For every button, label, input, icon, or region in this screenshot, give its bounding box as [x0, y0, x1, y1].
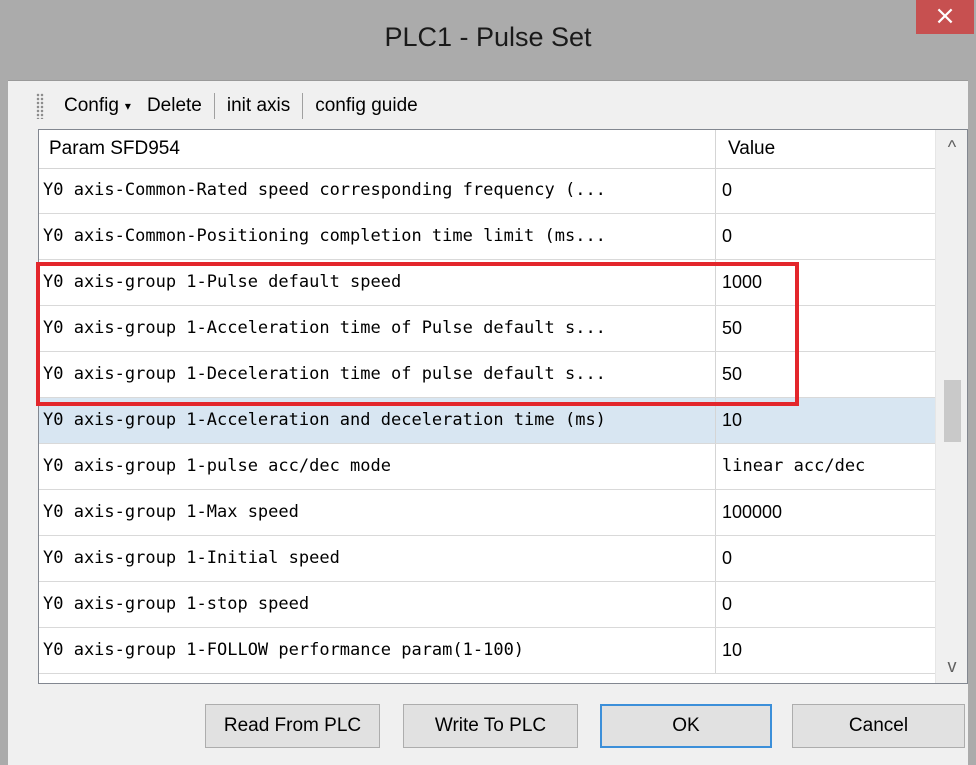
param-value-cell[interactable]: 0 — [716, 582, 935, 627]
title-bar: PLC1 - Pulse Set × — [0, 0, 976, 81]
chevron-down-icon: ▾ — [124, 98, 131, 113]
param-value-cell[interactable]: 0 — [716, 168, 935, 213]
column-header-param[interactable]: Param SFD954 — [39, 130, 716, 168]
param-name-cell[interactable]: Y0 axis-group 1-Acceleration and deceler… — [39, 398, 716, 443]
param-name-cell[interactable]: Y0 axis-group 1-Max speed — [39, 490, 716, 535]
table-row[interactable]: Y0 axis-group 1-Acceleration and deceler… — [39, 398, 935, 444]
toolbar-separator — [302, 93, 304, 119]
column-header-value[interactable]: Value — [716, 130, 935, 168]
param-name-cell[interactable]: Y0 axis-group 1-Initial speed — [39, 536, 716, 581]
param-value-cell[interactable]: 10 — [716, 398, 935, 443]
config-label: Config — [64, 95, 119, 116]
param-value-cell[interactable]: 50 — [716, 352, 935, 397]
table-row[interactable]: Y0 axis-group 1-FOLLOW performance param… — [39, 628, 935, 674]
config-guide-button[interactable]: config guide — [307, 95, 425, 117]
param-name-cell[interactable]: Y0 axis-group 1-FOLLOW performance param… — [39, 628, 716, 673]
param-name-cell[interactable]: Y0 axis-group 1-stop speed — [39, 582, 716, 627]
param-value-cell[interactable]: 0 — [716, 536, 935, 581]
config-dropdown-button[interactable]: Config ▾ — [56, 95, 139, 117]
param-name-cell[interactable]: Y0 axis-group 1-Pulse default speed — [39, 260, 716, 305]
read-from-plc-button[interactable]: Read From PLC — [205, 704, 380, 748]
close-button[interactable]: × — [916, 0, 974, 34]
param-name-cell[interactable]: Y0 axis-group 1-pulse acc/dec mode — [39, 444, 716, 489]
scroll-up-icon[interactable]: ^ — [936, 130, 967, 164]
toolbar: Config ▾ Delete init axis config guide — [36, 86, 968, 126]
grid-rows: Y0 axis-Common-Rated speed corresponding… — [39, 168, 935, 674]
ok-button[interactable]: OK — [600, 704, 772, 748]
table-row[interactable]: Y0 axis-group 1-Max speed 100000 — [39, 490, 935, 536]
write-to-plc-button[interactable]: Write To PLC — [403, 704, 578, 748]
window-frame-right — [968, 80, 976, 765]
scroll-down-icon[interactable]: v — [936, 649, 967, 683]
table-row[interactable]: Y0 axis-group 1-Acceleration time of Pul… — [39, 306, 935, 352]
table-row[interactable]: Y0 axis-Common-Positioning completion ti… — [39, 214, 935, 260]
param-name-cell[interactable]: Y0 axis-group 1-Acceleration time of Pul… — [39, 306, 716, 351]
window-frame-left — [0, 80, 8, 765]
param-value-cell[interactable]: 50 — [716, 306, 935, 351]
init-axis-button[interactable]: init axis — [219, 95, 298, 117]
table-row[interactable]: Y0 axis-Common-Rated speed corresponding… — [39, 168, 935, 214]
vertical-scrollbar[interactable]: ^ v — [935, 130, 967, 683]
param-value-cell[interactable]: 100000 — [716, 490, 935, 535]
toolbar-grip-icon[interactable] — [36, 93, 44, 119]
param-name-cell[interactable]: Y0 axis-Common-Rated speed corresponding… — [39, 168, 716, 213]
cancel-button[interactable]: Cancel — [792, 704, 965, 748]
scrollbar-thumb[interactable] — [944, 380, 961, 442]
table-row[interactable]: Y0 axis-group 1-stop speed 0 — [39, 582, 935, 628]
table-row[interactable]: Y0 axis-group 1-Deceleration time of pul… — [39, 352, 935, 398]
param-value-cell[interactable]: linear acc/dec — [716, 444, 935, 489]
table-row[interactable]: Y0 axis-group 1-Pulse default speed 1000 — [39, 260, 935, 306]
delete-button[interactable]: Delete — [139, 95, 210, 117]
param-value-cell[interactable]: 10 — [716, 628, 935, 673]
grid-header: Param SFD954 Value — [39, 130, 935, 169]
table-row[interactable]: Y0 axis-group 1-pulse acc/dec mode linear… — [39, 444, 935, 490]
window-title: PLC1 - Pulse Set — [384, 22, 592, 52]
param-grid: Param SFD954 Value Y0 axis-Common-Rated … — [38, 129, 968, 684]
toolbar-separator — [213, 93, 215, 119]
param-value-cell[interactable]: 0 — [716, 214, 935, 259]
param-name-cell[interactable]: Y0 axis-Common-Positioning completion ti… — [39, 214, 716, 259]
param-value-cell[interactable]: 1000 — [716, 260, 935, 305]
table-row[interactable]: Y0 axis-group 1-Initial speed 0 — [39, 536, 935, 582]
param-name-cell[interactable]: Y0 axis-group 1-Deceleration time of pul… — [39, 352, 716, 397]
pulse-set-dialog: PLC1 - Pulse Set × Config ▾ Delete init a… — [0, 0, 976, 765]
